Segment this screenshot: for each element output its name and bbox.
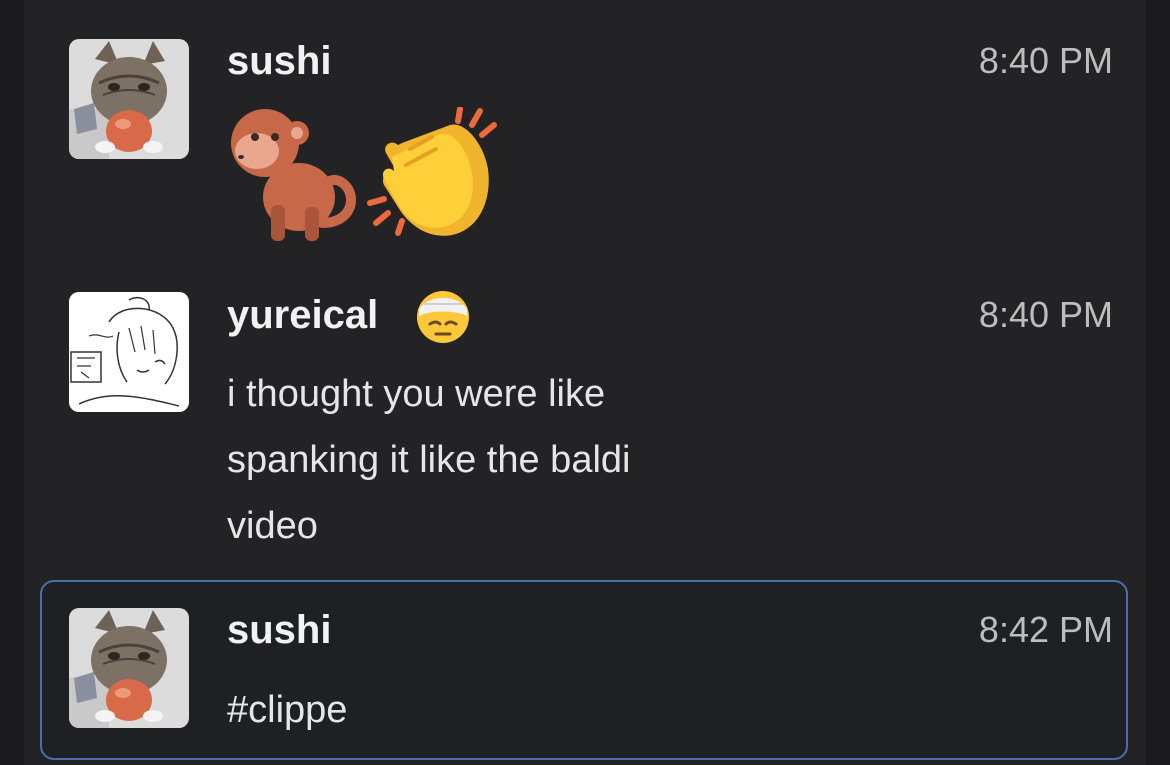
author-name[interactable]: yureical: [227, 291, 378, 339]
message-line: spanking it like the baldi: [227, 439, 631, 481]
clapping-hands-emoji: [362, 106, 504, 243]
message-timestamp: 8:40 PM: [978, 40, 1113, 81]
message-item-selected[interactable]: sushi 8:42 PM #clippe: [24, 580, 1146, 760]
monkey-emoji: [227, 105, 363, 245]
message-item[interactable]: sushi 8:40 PM: [24, 0, 1146, 270]
cat-avatar[interactable]: [69, 608, 189, 728]
bandaged-face-emoji: [416, 290, 470, 344]
sketch-avatar[interactable]: [69, 292, 189, 412]
message-item[interactable]: yureical 8:40 PM i thought you were like…: [24, 270, 1146, 570]
cat-avatar[interactable]: [69, 39, 189, 159]
message-timestamp: 8:42 PM: [978, 609, 1113, 650]
message-line: i thought you were like: [227, 373, 606, 415]
message-list: sushi 8:40 PM yureical 8:40 PM i thought…: [24, 0, 1146, 765]
author-name[interactable]: sushi: [227, 606, 331, 654]
message-timestamp: 8:40 PM: [978, 294, 1113, 335]
author-name[interactable]: sushi: [227, 37, 331, 85]
channel-link[interactable]: #clippe: [227, 677, 787, 743]
message-content: i thought you were like spanking it like…: [227, 361, 787, 559]
message-line: video: [227, 505, 318, 547]
